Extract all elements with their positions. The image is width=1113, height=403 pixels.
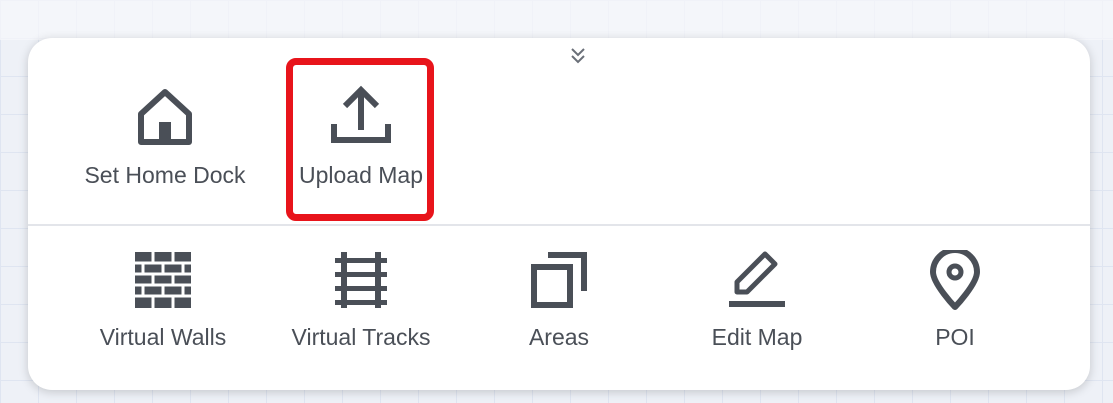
map-tools-panel: Set Home Dock Upload Map Virtual Walls V… bbox=[28, 38, 1090, 390]
set-home-dock-label: Set Home Dock bbox=[84, 162, 246, 188]
double-chevron-down-icon[interactable] bbox=[566, 44, 590, 68]
areas-label: Areas bbox=[528, 324, 590, 350]
virtual-walls-label: Virtual Walls bbox=[99, 324, 227, 350]
set-home-dock-button[interactable]: Set Home Dock bbox=[80, 84, 250, 190]
upload-map-highlight bbox=[286, 58, 434, 221]
areas-icon bbox=[531, 252, 587, 308]
panel-divider bbox=[28, 224, 1090, 226]
edit-map-label: Edit Map bbox=[711, 324, 803, 350]
tracks-icon bbox=[335, 252, 387, 308]
virtual-tracks-button[interactable]: Virtual Tracks bbox=[276, 250, 446, 352]
areas-button[interactable]: Areas bbox=[474, 250, 644, 352]
poi-button[interactable]: POI bbox=[870, 250, 1040, 352]
wall-icon bbox=[135, 252, 191, 308]
location-pin-icon bbox=[930, 250, 980, 310]
virtual-walls-button[interactable]: Virtual Walls bbox=[78, 250, 248, 352]
pencil-icon bbox=[729, 251, 785, 307]
map-background-top bbox=[0, 0, 1113, 40]
home-icon bbox=[138, 89, 192, 145]
virtual-tracks-label: Virtual Tracks bbox=[291, 324, 431, 350]
edit-map-button[interactable]: Edit Map bbox=[672, 250, 842, 352]
poi-label: POI bbox=[935, 324, 975, 350]
